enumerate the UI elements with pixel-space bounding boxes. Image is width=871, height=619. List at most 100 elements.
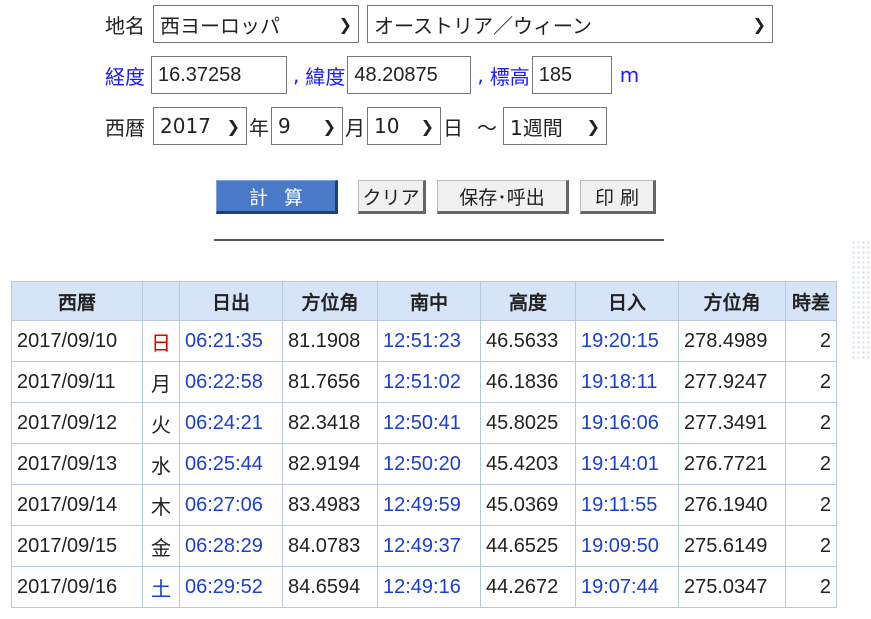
year-select[interactable]: 2017 ❯ (153, 107, 247, 145)
table-row: 2017/09/14 木 06:27:06 83.4983 12:49:59 45.036… (11, 484, 837, 526)
year-unit: 年 (249, 115, 269, 140)
table-row: 2017/09/13 水 06:25:44 82.9194 12:50:20 45.420… (11, 443, 837, 485)
header-time-diff: 時差 (785, 281, 837, 321)
cell-time-diff: 2 (785, 566, 837, 608)
cell-azimuth-rise: 82.9194 (282, 443, 378, 485)
cell-date: 2017/09/10 (11, 320, 143, 362)
cell-sunrise: 06:24:21 (179, 402, 283, 444)
cell-weekday: 火 (142, 402, 180, 444)
cell-transit: 12:49:59 (377, 484, 481, 526)
day-select[interactable]: 10 ❯ (367, 107, 441, 145)
cell-weekday: 木 (142, 484, 180, 526)
altitude-unit: m (619, 63, 640, 87)
cell-altitude: 45.4203 (480, 443, 576, 485)
header-sunset: 日入 (575, 281, 679, 321)
altitude-label: 標高 (489, 64, 530, 89)
clear-button[interactable]: クリア (358, 180, 426, 214)
cell-weekday: 土 (142, 566, 180, 608)
cell-sunrise: 06:28:29 (179, 525, 283, 567)
month-value: 9 (278, 114, 291, 138)
cell-azimuth-rise: 82.3418 (282, 402, 378, 444)
table-row: 2017/09/12 火 06:24:21 82.3418 12:50:41 45.802… (11, 402, 837, 444)
chevron-down-icon: ❯ (420, 116, 434, 136)
cell-altitude: 44.6525 (480, 525, 576, 567)
chevron-down-icon: ❯ (752, 14, 766, 34)
table-row: 2017/09/16 土 06:29:52 84.6594 12:49:16 44.267… (11, 566, 837, 608)
year-value: 2017 (160, 114, 211, 138)
cell-azimuth-set: 278.4989 (678, 320, 786, 362)
cell-time-diff: 2 (785, 525, 837, 567)
cell-sunrise: 06:29:52 (179, 566, 283, 608)
header-azimuth-rise: 方位角 (282, 281, 378, 321)
city-select-value: オーストリア／ウィーン (374, 13, 592, 38)
day-value: 10 (374, 114, 400, 138)
cell-transit: 12:49:37 (377, 525, 481, 567)
header-date: 西暦 (11, 281, 143, 321)
altitude-input[interactable]: 185 (531, 56, 612, 94)
cell-sunset: 19:09:50 (575, 525, 679, 567)
cell-transit: 12:50:20 (377, 443, 481, 485)
cell-altitude: 46.1836 (480, 361, 576, 403)
cell-transit: 12:50:41 (377, 402, 481, 444)
cell-azimuth-set: 276.7721 (678, 443, 786, 485)
calculate-button[interactable]: 計算 (216, 180, 338, 214)
region-select[interactable]: 西ヨーロッパ ❯ (153, 5, 359, 43)
cell-sunset: 19:16:06 (575, 402, 679, 444)
header-altitude: 高度 (480, 281, 576, 321)
table-row: 2017/09/11 月 06:22:58 81.7656 12:51:02 46.183… (11, 361, 837, 403)
cell-time-diff: 2 (785, 361, 837, 403)
header-weekday (142, 281, 180, 321)
cell-azimuth-set: 275.0347 (678, 566, 786, 608)
cell-azimuth-set: 277.9247 (678, 361, 786, 403)
cell-transit: 12:51:02 (377, 361, 481, 403)
day-unit: 日 (443, 115, 463, 140)
chevron-down-icon: ❯ (338, 14, 352, 34)
cell-date: 2017/09/12 (11, 402, 143, 444)
cell-sunset: 19:14:01 (575, 443, 679, 485)
month-unit: 月 (345, 115, 365, 140)
cell-date: 2017/09/14 (11, 484, 143, 526)
cell-transit: 12:51:23 (377, 320, 481, 362)
print-button[interactable]: 印 刷 (580, 180, 656, 214)
cell-sunset: 19:07:44 (575, 566, 679, 608)
results-table: 西暦 日出 方位角 南中 高度 日入 方位角 時差 2017/09/10 日 06:… (11, 281, 837, 608)
cell-sunrise: 06:25:44 (179, 443, 283, 485)
separator: , (477, 63, 484, 87)
save-load-button[interactable]: 保存･呼出 (437, 180, 569, 214)
cell-date: 2017/09/13 (11, 443, 143, 485)
cell-weekday: 月 (142, 361, 180, 403)
month-select[interactable]: 9 ❯ (271, 107, 343, 145)
date-label: 西暦 (105, 115, 145, 140)
divider (214, 239, 664, 241)
longitude-input[interactable]: 16.37258 (151, 56, 287, 94)
cell-azimuth-rise: 81.1908 (282, 320, 378, 362)
cell-sunrise: 06:21:35 (179, 320, 283, 362)
cell-sunset: 19:18:11 (575, 361, 679, 403)
cell-azimuth-set: 276.1940 (678, 484, 786, 526)
cell-time-diff: 2 (785, 320, 837, 362)
period-select[interactable]: 1週間 ❯ (503, 107, 607, 145)
location-label: 地名 (105, 13, 145, 38)
cell-altitude: 46.5633 (480, 320, 576, 362)
table-row: 2017/09/15 金 06:28:29 84.0783 12:49:37 44.652… (11, 525, 837, 567)
chevron-down-icon: ❯ (322, 116, 336, 136)
cell-altitude: 45.8025 (480, 402, 576, 444)
separator: , (293, 63, 300, 87)
cell-azimuth-rise: 84.6594 (282, 566, 378, 608)
latitude-label: 緯度 (305, 64, 346, 89)
cell-date: 2017/09/15 (11, 525, 143, 567)
cell-transit: 12:49:16 (377, 566, 481, 608)
cell-sunrise: 06:27:06 (179, 484, 283, 526)
cell-azimuth-rise: 81.7656 (282, 361, 378, 403)
latitude-input[interactable]: 48.20875 (347, 56, 472, 94)
longitude-label: 経度 (105, 64, 145, 89)
chevron-down-icon: ❯ (226, 116, 240, 136)
cell-azimuth-set: 277.3491 (678, 402, 786, 444)
cell-azimuth-set: 275.6149 (678, 525, 786, 567)
period-value: 1週間 (510, 115, 563, 140)
table-row: 2017/09/10 日 06:21:35 81.1908 12:51:23 46.563… (11, 320, 837, 362)
location-row: 地名 西ヨーロッパ ❯ オーストリア／ウィーン ❯ (105, 5, 773, 43)
header-azimuth-set: 方位角 (678, 281, 786, 321)
cell-time-diff: 2 (785, 484, 837, 526)
city-select[interactable]: オーストリア／ウィーン ❯ (367, 5, 773, 43)
